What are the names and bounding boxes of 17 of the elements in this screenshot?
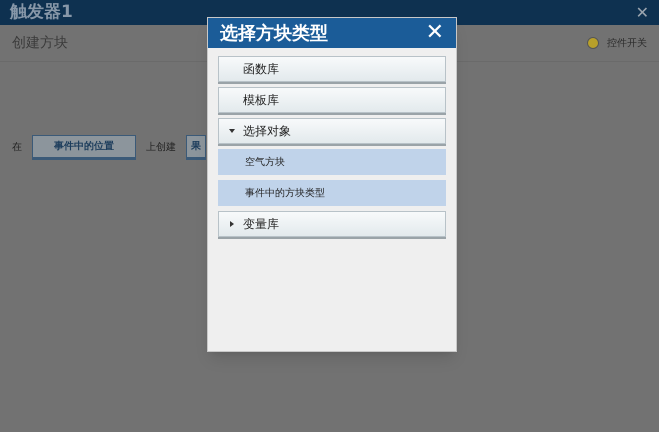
tree-subitem[interactable]: 空气方块 — [218, 149, 446, 175]
location-button[interactable]: 果 — [186, 135, 206, 160]
tree-item[interactable]: 变量库 — [218, 211, 446, 237]
row-label: 在 — [12, 141, 22, 155]
toggle-label: 控件开关 — [607, 36, 647, 50]
section-title: 创建方块 — [12, 34, 68, 52]
tree-item[interactable]: 函数库 — [218, 56, 446, 82]
tree-subitem[interactable]: 事件中的方块类型 — [218, 180, 446, 206]
location-button[interactable]: 事件中的位置 — [32, 135, 136, 160]
tree-item[interactable]: 选择对象 — [218, 118, 446, 144]
tree-item[interactable]: 模板库 — [218, 87, 446, 113]
dialog-title: 选择方块类型 — [220, 22, 328, 46]
toggle-indicator[interactable] — [587, 37, 599, 49]
close-button[interactable]: ✕ — [426, 22, 444, 44]
close-button[interactable]: ✕ — [636, 0, 649, 24]
row-label: 上创建 — [146, 140, 176, 155]
window-title: 触发器1 — [10, 0, 73, 24]
